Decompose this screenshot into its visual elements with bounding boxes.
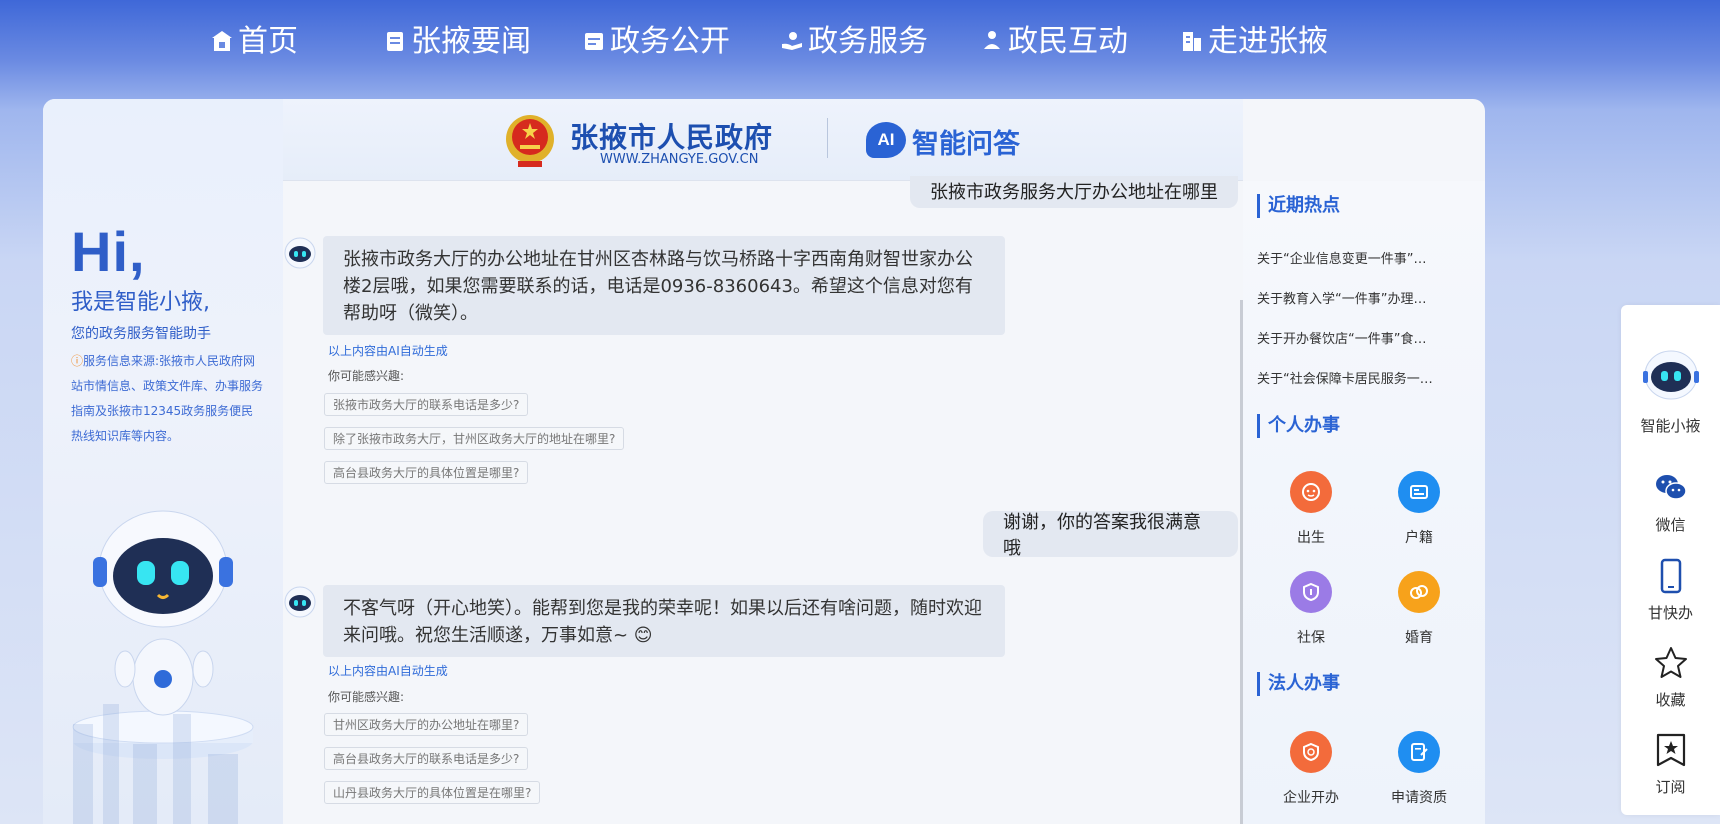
nav-gov-service-label: 政务服务 (808, 24, 928, 59)
suggestion-2-2[interactable]: 高台县政务大厅的联系电话是多少? (324, 747, 529, 770)
ai-message-2: 不客气呀（开心地笑）。能帮到您是我的荣幸呢！如果以后还有啥问题，随时欢迎来问哦。… (323, 585, 1005, 657)
gov-title: 张掖市人民政府 (570, 121, 774, 154)
nav-news-label: 张掖要闻 (411, 24, 531, 59)
ai-avatar-icon (284, 586, 316, 618)
user-message-2: 谢谢，你的答案我很满意哦 (983, 511, 1238, 559)
greeting-hi: Hi, (71, 220, 146, 283)
sidebar-item-favorite[interactable]: 收藏 (1621, 645, 1720, 710)
legal-affairs-title: 法人办事 (1257, 672, 1340, 696)
suggestion-1-2[interactable]: 除了张掖市政务大厅，甘州区政务大厅的地址在哪里? (324, 427, 625, 450)
hot-topics-title: 近期热点 (1257, 194, 1340, 218)
intro-panel: Hi, 我是智能小掖, 您的政务服务智能助手 ⓘ服务信息来源:张掖市人民政府网站… (43, 99, 283, 824)
info-icon: ⓘ (71, 354, 84, 368)
gov-url: WWW.ZHANGYE.GOV.CN (600, 152, 759, 167)
subscribe-icon (1656, 733, 1685, 767)
nav-home-label: 首页 (238, 24, 298, 59)
sidebar-item-gankuaiban[interactable]: 甘快办 (1621, 558, 1720, 623)
nav-interaction[interactable]: 政民互动 (980, 18, 1128, 59)
news-icon (383, 26, 407, 51)
service-birth[interactable]: 出生 (1271, 471, 1351, 547)
sidebar-label-favorite: 收藏 (1655, 691, 1686, 709)
hot-topic-item[interactable]: 关于“企业信息变更一件事”… (1257, 248, 1426, 267)
nav-about-zhangye[interactable]: 走进张掖 (1180, 18, 1328, 59)
service-apply-qualification-label: 申请资质 (1391, 790, 1447, 806)
service-social-security[interactable]: 社保 (1271, 571, 1351, 647)
sidebar-item-wechat[interactable]: 微信 (1621, 470, 1720, 535)
ai-generated-note: 以上内容由AI自动生成 (328, 664, 448, 678)
rings-icon (1398, 571, 1440, 613)
top-navigation: 首页 张掖要闻 政务公开 政务服务 政民互动 走进张掖 (0, 0, 1720, 78)
nav-interaction-label: 政民互动 (1008, 24, 1128, 59)
hot-topic-item[interactable]: 关于开办餐饮店“一件事”食… (1257, 328, 1426, 347)
nav-news[interactable]: 张掖要闻 (383, 18, 531, 59)
sidebar-label-gankuaiban: 甘快办 (1647, 604, 1693, 622)
sidebar-item-assistant[interactable]: 智能小掖 (1621, 345, 1720, 436)
enterprise-shield-icon (1290, 731, 1332, 773)
service-birth-label: 出生 (1297, 530, 1325, 546)
suggestion-1-3[interactable]: 高台县政务大厅的具体位置是哪里? (324, 461, 529, 484)
home-icon (210, 26, 234, 51)
sidebar-label-wechat: 微信 (1655, 516, 1686, 534)
nav-home[interactable]: 首页 (210, 18, 298, 59)
sidebar-item-subscribe[interactable]: 订阅 (1621, 732, 1720, 797)
ai-badge-icon: AI (866, 122, 906, 158)
personal-affairs-title: 个人办事 (1257, 414, 1340, 438)
document-icon (582, 26, 606, 50)
assistant-role: 您的政务服务智能助手 (71, 326, 211, 342)
nav-gov-open-label: 政务公开 (610, 24, 730, 59)
service-marriage[interactable]: 婚育 (1379, 571, 1459, 647)
suggestion-2-1[interactable]: 甘州区政务大厅的办公地址在哪里? (324, 713, 529, 736)
baby-icon (1290, 471, 1332, 513)
ai-message-1: 张掖市政务大厅的办公地址在甘州区杏林路与饮马桥路十字西南角财智世家办公楼2层哦，… (323, 236, 1005, 335)
shield-icon (1290, 571, 1332, 613)
service-apply-qualification[interactable]: 申请资质 (1379, 731, 1459, 807)
source-note-text: 服务信息来源:张掖市人民政府网站市情信息、政策文件库、办事服务指南及张掖市123… (71, 354, 264, 443)
id-card-icon (1398, 471, 1440, 513)
user-message-1: 张掖市政务服务大厅办公地址在哪里 (910, 176, 1238, 208)
suggestion-1-1[interactable]: 张掖市政务大厅的联系电话是多少? (324, 393, 529, 416)
robot-icon (1642, 350, 1699, 400)
hot-topic-item[interactable]: 关于教育入学“一件事”办理… (1257, 288, 1426, 307)
user-message-1-text: 张掖市政务服务大厅办公地址在哪里 (930, 182, 1218, 203)
star-icon (1654, 647, 1687, 678)
service-household-label: 户籍 (1405, 530, 1433, 546)
edit-doc-icon (1398, 731, 1440, 773)
service-enterprise-setup-label: 企业开办 (1283, 790, 1339, 806)
hot-topic-item[interactable]: 关于“社会保障卡居民服务一… (1257, 368, 1433, 387)
service-enterprise-setup[interactable]: 企业开办 (1271, 731, 1351, 807)
sidebar-label-subscribe: 订阅 (1655, 778, 1686, 796)
may-interest-label: 你可能感兴趣: (328, 369, 405, 383)
city-skyline-decoration (73, 704, 238, 824)
ai-generated-note: 以上内容由AI自动生成 (328, 344, 448, 358)
national-emblem-icon (506, 115, 554, 167)
ai-title: 智能问答 (912, 129, 1020, 160)
nav-about-zhangye-label: 走进张掖 (1208, 24, 1328, 59)
source-note: ⓘ服务信息来源:张掖市人民政府网站市情信息、政策文件库、办事服务指南及张掖市12… (71, 349, 265, 449)
sidebar-label-assistant: 智能小掖 (1640, 417, 1701, 435)
ai-message-1-text: 张掖市政务大厅的办公地址在甘州区杏林路与饮马桥路十字西南角财智世家办公楼2层哦，… (343, 249, 973, 324)
may-interest-label: 你可能感兴趣: (328, 690, 405, 704)
mobile-icon (1660, 558, 1681, 594)
interaction-icon (980, 26, 1004, 50)
user-message-2-text: 谢谢，你的答案我很满意哦 (1003, 512, 1201, 559)
ai-avatar-icon (284, 237, 316, 269)
header-divider (827, 118, 828, 158)
ai-message-2-text: 不客气呀（开心地笑）。能帮到您是我的荣幸呢！如果以后还有啥问题，随时欢迎来问哦。… (343, 598, 982, 646)
nav-gov-open[interactable]: 政务公开 (582, 18, 730, 59)
service-marriage-label: 婚育 (1405, 630, 1433, 646)
assistant-name: 我是智能小掖, (71, 290, 210, 315)
service-household[interactable]: 户籍 (1379, 471, 1459, 547)
suggestion-2-3[interactable]: 山丹县政务大厅的具体位置是在哪里? (324, 781, 541, 804)
service-social-security-label: 社保 (1297, 630, 1325, 646)
service-hand-icon (780, 26, 804, 50)
wechat-icon (1655, 475, 1687, 500)
building-icon (1180, 26, 1204, 51)
nav-gov-service[interactable]: 政务服务 (780, 18, 928, 59)
floating-sidebar: 智能小掖 微信 甘快办 收藏 订阅 (1621, 305, 1720, 815)
